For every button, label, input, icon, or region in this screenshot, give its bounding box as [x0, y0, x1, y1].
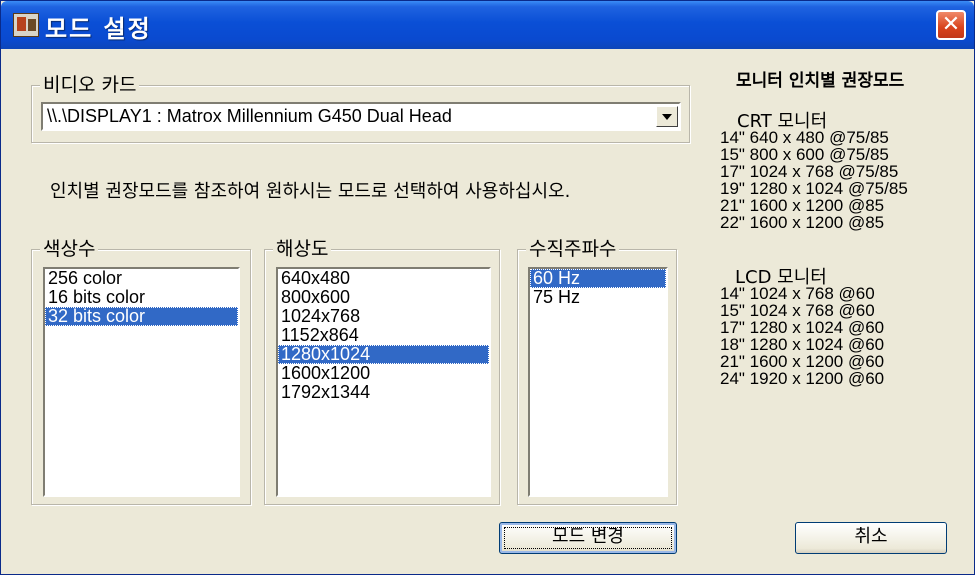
cancel-label: 취소	[854, 526, 888, 547]
list-item[interactable]: 32 bits color	[45, 307, 238, 326]
mode-settings-dialog: 모드 설정 ✕ 비디오 카드 \\.\DISPLAY1 : Matrox Mil…	[0, 0, 975, 575]
list-item[interactable]: 16 bits color	[45, 288, 238, 307]
recommended-title: 모니터 인치별 권장모드	[736, 71, 905, 91]
title-bar[interactable]: 모드 설정 ✕	[1, 1, 974, 49]
video-card-label: 비디오 카드	[40, 73, 140, 97]
list-item[interactable]: 1280x1024	[278, 345, 489, 364]
list-item[interactable]: 256 color	[45, 269, 238, 288]
resolution-list[interactable]: 640x480 800x600 1024x768 1152x864 1280x1024 1…	[276, 267, 491, 497]
list-item[interactable]: 60 Hz	[530, 269, 666, 288]
list-item[interactable]: 1024x768	[278, 307, 489, 326]
cancel-button[interactable]: 취소	[795, 522, 947, 554]
instruction-text: 인치별 권장모드를 참조하여 원하시는 모드로 선택하여 사용하십시오.	[50, 181, 571, 202]
resolution-label: 해상도	[273, 237, 332, 261]
close-button[interactable]: ✕	[936, 10, 966, 40]
app-icon	[13, 13, 39, 37]
recommended-mode-line: 15" 800 x 600 @75/85	[720, 145, 889, 164]
list-item[interactable]: 75 Hz	[530, 288, 666, 307]
recommended-mode-line: 22" 1600 x 1200 @85	[720, 213, 885, 232]
color-depth-label: 색상수	[40, 237, 99, 261]
recommended-mode-line: 18" 1280 x 1024 @60	[720, 335, 885, 354]
color-depth-list[interactable]: 256 color 16 bits color 32 bits color	[43, 267, 240, 497]
change-mode-label: 모드 변경	[552, 526, 624, 547]
chevron-down-icon[interactable]	[656, 106, 678, 127]
change-mode-button[interactable]: 모드 변경	[499, 522, 677, 554]
recommended-mode-line: 14" 1024 x 768 @60	[720, 284, 875, 303]
recommended-mode-line: 17" 1024 x 768 @75/85	[720, 162, 899, 181]
list-item[interactable]: 1152x864	[278, 326, 489, 345]
recommended-mode-line: 24" 1920 x 1200 @60	[720, 369, 885, 388]
list-item[interactable]: 800x600	[278, 288, 489, 307]
video-card-dropdown[interactable]: \\.\DISPLAY1 : Matrox Millennium G450 Du…	[41, 102, 681, 131]
list-item[interactable]: 1600x1200	[278, 364, 489, 383]
video-card-value: \\.\DISPLAY1 : Matrox Millennium G450 Du…	[47, 106, 452, 126]
refresh-rate-list[interactable]: 60 Hz 75 Hz	[528, 267, 668, 497]
recommended-mode-line: 15" 1024 x 768 @60	[720, 301, 875, 320]
recommended-mode-line: 21" 1600 x 1200 @85	[720, 196, 885, 215]
list-item[interactable]: 640x480	[278, 269, 489, 288]
recommended-mode-line: 19" 1280 x 1024 @75/85	[720, 179, 908, 198]
window-title: 모드 설정	[45, 15, 152, 43]
recommended-mode-line: 17" 1280 x 1024 @60	[720, 318, 885, 337]
recommended-mode-line: 14" 640 x 480 @75/85	[720, 128, 889, 147]
recommended-mode-line: 21" 1600 x 1200 @60	[720, 352, 885, 371]
list-item[interactable]: 1792x1344	[278, 383, 489, 402]
refresh-rate-label: 수직주파수	[526, 237, 620, 261]
